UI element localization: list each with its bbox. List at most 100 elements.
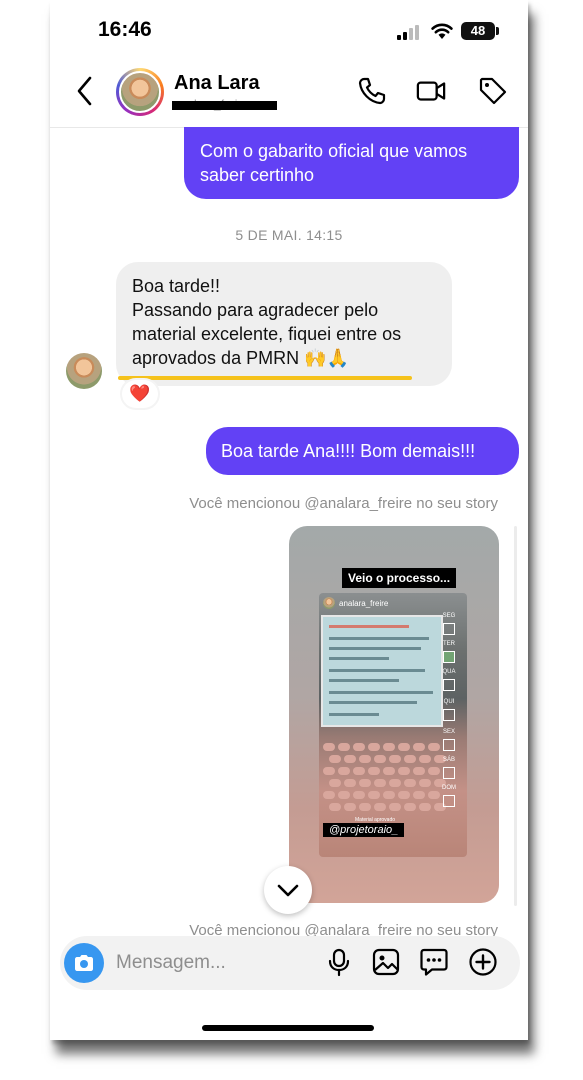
keyboard-key xyxy=(368,767,380,775)
keyboard-key xyxy=(419,755,431,763)
keyboard-key xyxy=(413,743,425,751)
inner-story-image: analara_freire SEG TER QUA QUI SEX SÁB D… xyxy=(319,593,467,857)
sender-avatar[interactable] xyxy=(66,353,102,389)
planner-box xyxy=(443,795,455,807)
heart-reaction[interactable]: ❤️ xyxy=(122,380,158,408)
message-input[interactable]: Mensagem... xyxy=(116,952,226,974)
keyboard-key xyxy=(404,803,416,811)
keyboard-key xyxy=(338,791,350,799)
keyboard-key xyxy=(389,803,401,811)
keyboard-key xyxy=(338,743,350,751)
keyboard-key xyxy=(353,767,365,775)
wifi-icon xyxy=(431,23,453,39)
keyboard-key xyxy=(344,779,356,787)
keyboard-key xyxy=(374,779,386,787)
keyboard-key xyxy=(353,791,365,799)
status-time: 16:46 xyxy=(98,18,152,41)
keyboard-key xyxy=(359,755,371,763)
planner-day: TER xyxy=(443,641,455,647)
planner-day: QUI xyxy=(443,699,455,705)
tag-icon[interactable] xyxy=(478,76,508,106)
laptop-screen xyxy=(321,615,443,727)
username-redaction xyxy=(172,101,277,110)
keyboard-key xyxy=(389,779,401,787)
scrollbar[interactable] xyxy=(514,526,517,906)
keyboard-key xyxy=(329,755,341,763)
keyboard-key xyxy=(323,791,335,799)
planner-day: SEX xyxy=(442,729,455,735)
scroll-down-button[interactable] xyxy=(264,866,312,914)
keyboard-key xyxy=(374,755,386,763)
planner-day: DOM xyxy=(442,785,456,791)
keyboard-keys xyxy=(323,743,451,823)
chevron-down-icon xyxy=(277,884,299,897)
planner-box xyxy=(443,679,455,691)
battery-tip xyxy=(496,27,499,35)
camera-button[interactable] xyxy=(64,943,104,983)
planner-box-checked xyxy=(443,651,455,663)
planner-box xyxy=(443,767,455,779)
story-mention-notice: Você mencionou @analara_freire no seu st… xyxy=(189,495,498,512)
keyboard-key xyxy=(389,755,401,763)
keyboard-key xyxy=(323,743,335,751)
planner-day: SEG xyxy=(442,613,456,619)
outgoing-message[interactable]: Boa tarde Ana!!!! Bom demais!!! xyxy=(206,427,519,475)
story-caption: Veio o processo... xyxy=(342,568,457,588)
phone-icon[interactable] xyxy=(357,76,387,106)
incoming-message[interactable]: Boa tarde!! Passando para agradecer pelo… xyxy=(116,262,452,386)
keyboard-key xyxy=(368,791,380,799)
inner-avatar xyxy=(323,597,335,609)
avatar-image xyxy=(119,71,161,113)
camera-icon xyxy=(75,955,93,971)
keyboard-key xyxy=(359,803,371,811)
battery-indicator: 48 xyxy=(461,22,495,40)
story-preview[interactable]: Veio o processo... analara_freire SEG TE… xyxy=(289,526,499,903)
highlight-underline xyxy=(118,376,412,380)
message-line: aprovados da PMRN 🙌🙏 xyxy=(132,348,349,368)
planner-day: QUA xyxy=(442,669,456,675)
keyboard-key xyxy=(374,803,386,811)
keyboard-key xyxy=(344,803,356,811)
video-camera-icon[interactable] xyxy=(416,76,446,106)
message-line: Boa tarde!! xyxy=(132,276,221,296)
keyboard-key xyxy=(329,803,341,811)
keyboard-key xyxy=(383,767,395,775)
contact-avatar[interactable] xyxy=(116,68,164,116)
inner-handle: @projetoraio_ xyxy=(323,823,405,837)
planner-box xyxy=(443,709,455,721)
message-line: Passando para agradecer pelo xyxy=(132,300,379,320)
planner-day: SÁB xyxy=(442,757,455,763)
keyboard-key xyxy=(398,743,410,751)
sticker-icon[interactable] xyxy=(419,947,449,977)
weekly-planner: SEG TER QUA QUI SEX SÁB DOM xyxy=(437,613,463,823)
keyboard-key xyxy=(344,755,356,763)
message-line: material excelente, fiquei entre os xyxy=(132,324,402,344)
planner-box xyxy=(443,623,455,635)
keyboard-key xyxy=(398,767,410,775)
keyboard-key xyxy=(404,779,416,787)
keyboard-key xyxy=(353,743,365,751)
keyboard-key xyxy=(398,791,410,799)
phone-screen: 16:46 48 Ana Lara analara_freire Com o g… xyxy=(50,0,528,1040)
back-chevron-icon[interactable] xyxy=(74,74,96,108)
contact-name[interactable]: Ana Lara xyxy=(174,72,260,95)
keyboard-key xyxy=(419,803,431,811)
microphone-icon[interactable] xyxy=(324,947,354,977)
keyboard-key xyxy=(383,791,395,799)
keyboard-key xyxy=(413,767,425,775)
keyboard-key xyxy=(338,767,350,775)
message-timestamp: 5 DE MAI. 14:15 xyxy=(235,227,343,243)
plus-icon[interactable] xyxy=(468,947,498,977)
keyboard-key xyxy=(368,743,380,751)
keyboard-key xyxy=(359,779,371,787)
keyboard-key xyxy=(404,755,416,763)
outgoing-message[interactable]: Com o gabarito oficial que vamos saber c… xyxy=(184,127,519,199)
keyboard-key xyxy=(413,791,425,799)
signal-icon xyxy=(397,24,421,40)
keyboard-key xyxy=(323,767,335,775)
keyboard-key xyxy=(383,743,395,751)
keyboard-key xyxy=(419,779,431,787)
keyboard-key xyxy=(329,779,341,787)
gallery-icon[interactable] xyxy=(371,947,401,977)
home-indicator[interactable] xyxy=(202,1025,374,1031)
